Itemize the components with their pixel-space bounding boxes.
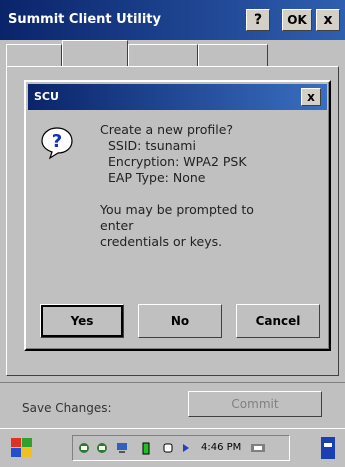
yes-button[interactable]: Yes: [40, 304, 124, 338]
clock[interactable]: 4:46 PM: [201, 442, 241, 453]
message-gap: [100, 186, 320, 202]
window-title: Summit Client Utility: [8, 12, 161, 27]
network-icon-2[interactable]: [95, 441, 109, 455]
connection-icon[interactable]: [249, 441, 267, 455]
network-icon[interactable]: [77, 441, 91, 455]
tab-3[interactable]: [128, 44, 198, 66]
save-changes-bar: Save Changes: Commit: [0, 382, 345, 429]
message-line-7: credentials or keys.: [100, 234, 223, 249]
system-tray: 4:46 PM: [72, 435, 290, 461]
confirm-dialog: SCU x ? Create a new profile? SSID: tsun…: [24, 80, 331, 351]
start-icon[interactable]: [8, 435, 36, 461]
question-icon: ?: [41, 127, 73, 160]
message-line-4: EAP Type: None: [108, 170, 206, 185]
message-line-2: SSID: tsunami: [108, 138, 196, 153]
dialog-title: SCU: [34, 90, 59, 103]
save-changes-label: Save Changes:: [22, 401, 112, 415]
dialog-title-bar: SCU x: [28, 84, 327, 110]
input-panel-icon[interactable]: [318, 435, 338, 461]
tab-2[interactable]: [62, 40, 128, 66]
window-title-bar: Summit Client Utility ? OK x: [0, 0, 345, 40]
cancel-button[interactable]: Cancel: [236, 304, 320, 338]
tab-strip: [6, 40, 339, 66]
dialog-message: Create a new profile? SSID: tsunami Encr…: [100, 122, 320, 250]
commit-button[interactable]: Commit: [188, 391, 322, 417]
dialog-close-button[interactable]: x: [301, 88, 321, 106]
help-button[interactable]: ?: [246, 9, 270, 31]
message-line-5: You may be prompted to: [100, 202, 254, 217]
message-line-1: Create a new profile?: [100, 122, 234, 137]
tab-1[interactable]: [6, 44, 62, 66]
ok-button[interactable]: OK: [282, 9, 312, 31]
taskbar: 4:46 PM: [0, 428, 345, 467]
message-line-3: Encryption: WPA2 PSK: [108, 154, 247, 169]
arrow-icon[interactable]: [181, 441, 191, 455]
tab-4[interactable]: [198, 44, 268, 66]
no-button[interactable]: No: [138, 304, 222, 338]
battery-icon[interactable]: [139, 441, 153, 455]
svg-text:?: ?: [52, 131, 62, 152]
message-line-6: enter: [100, 218, 134, 233]
volume-icon[interactable]: [161, 441, 175, 455]
close-button[interactable]: x: [316, 9, 340, 31]
computer-icon[interactable]: [115, 441, 129, 455]
